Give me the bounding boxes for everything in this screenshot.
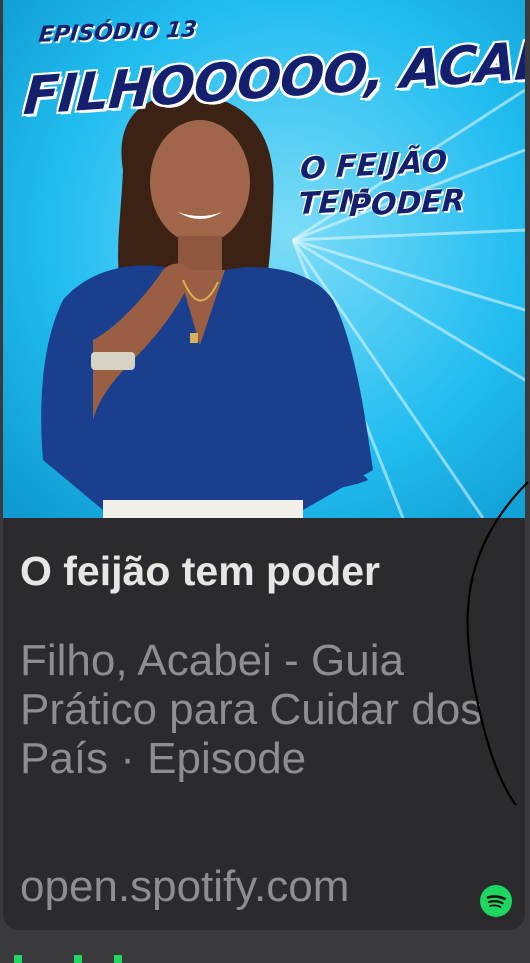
- next-card-peek: [14, 955, 122, 963]
- link-preview-card[interactable]: EPISÓDIO 13 FILHOOOOO, ACABEI! O FEIJÃO …: [3, 0, 525, 930]
- preview-title: O feijão tem poder: [20, 548, 380, 594]
- cover-image: EPISÓDIO 13 FILHOOOOO, ACABEI! O FEIJÃO …: [3, 0, 525, 518]
- cover-tagline-line2: PODER: [348, 182, 466, 225]
- preview-subtitle: Filho, Acabei - Guia Prático para Cuidar…: [20, 636, 483, 783]
- preview-domain: open.spotify.com: [20, 862, 350, 911]
- spotify-icon: [480, 885, 512, 917]
